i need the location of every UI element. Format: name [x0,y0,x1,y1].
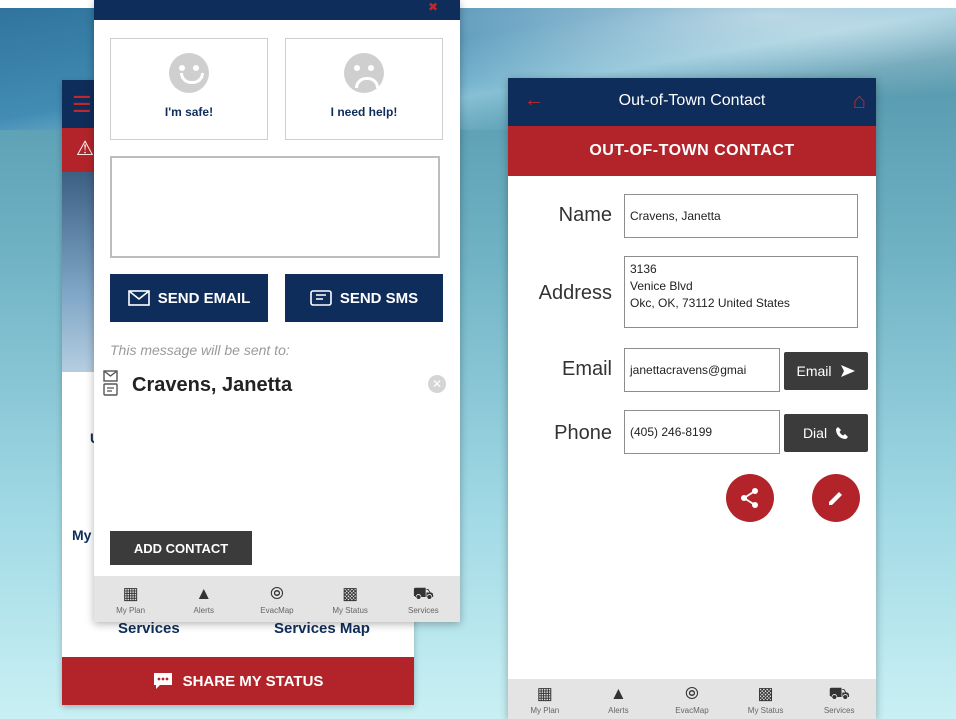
email-button-label: Email [796,363,832,379]
dial-button-label: Dial [802,425,828,441]
name-field[interactable]: Cravens, Janetta [624,194,858,238]
share-icon [741,488,758,508]
plan-icon: ▦ [536,683,553,703]
chat-icon [153,673,172,689]
phone-field[interactable]: (405) 246-8199 [624,410,780,454]
i-need-help-label: I need help! [330,105,398,119]
nav-evacmap[interactable]: ⦾ EvacMap [242,584,312,615]
nav-my-status[interactable]: ▩ My Status [315,584,385,615]
services-links: Services Services Map [62,620,414,644]
address-label: Address [538,282,612,304]
nav-label: Services [408,605,439,615]
truck-icon: ⛟ [828,683,850,703]
nav-label: EvacMap [260,605,294,615]
send-icon [840,365,855,377]
sad-face-icon [344,53,384,93]
contact-header: ← Out-of-Town Contact ⌂ [508,78,876,126]
im-safe-button[interactable]: I'm safe! [110,38,268,140]
nav-label: EvacMap [675,705,709,715]
nav-label: Services [823,705,855,715]
name-label: Name [558,204,612,226]
services-map-link[interactable]: Services Map [274,620,370,637]
nav-my-plan[interactable]: ▦ My Plan [96,584,166,615]
im-safe-label: I'm safe! [164,105,214,119]
nav-evacmap[interactable]: ⦾ EvacMap [657,684,727,715]
close-icon[interactable]: ✖ [428,0,448,14]
status-panel-header: ✖ [94,0,460,20]
nav-alerts[interactable]: ▲ Alerts [583,684,653,715]
section-title-band: OUT-OF-TOWN CONTACT [508,126,876,176]
sms-icon [310,290,332,306]
status-message-textarea[interactable] [110,156,440,258]
address-line: 3136 [630,262,657,276]
chat-icon: ▩ [757,683,774,703]
compass-icon: ⦾ [685,683,699,703]
phone-label: Phone [554,422,612,444]
truck-icon: ⛟ [412,583,435,603]
send-sms-label: SEND SMS [339,289,419,307]
envelope-icon [127,290,150,306]
obscured-heading: My [72,527,92,543]
compass-icon: ⦾ [270,583,284,603]
phone-icon [836,427,849,439]
email-label: Email [561,358,612,380]
bottom-nav: ▦ My Plan ▲ Alerts ⦾ EvacMap ▩ My Status… [94,576,460,622]
dial-button[interactable]: Dial [784,414,868,452]
nav-services[interactable]: ⛟ Services [804,684,874,715]
send-sms-button[interactable]: SEND SMS [285,274,443,322]
edit-contact-button[interactable] [812,474,860,522]
share-contact-button[interactable] [726,474,774,522]
chat-icon: ▩ [342,583,359,603]
share-my-status-label: SHARE MY STATUS [182,672,324,690]
services-link[interactable]: Services [118,620,180,637]
nav-label: My Status [747,705,784,715]
alert-icon: ▲ [195,583,213,603]
nav-label: Alerts [608,705,629,715]
address-line: Venice Blvd [630,279,693,293]
nav-label: Alerts [193,605,214,615]
address-line: Okc, OK, 73112 United States [630,296,790,310]
bottom-nav: ▦ My Plan ▲ Alerts ⦾ EvacMap ▩ My Status… [508,679,876,719]
email-button[interactable]: Email [784,352,868,390]
share-my-status-button[interactable]: SHARE MY STATUS [62,657,414,705]
send-email-label: SEND EMAIL [157,289,251,307]
nav-my-status[interactable]: ▩ My Status [731,684,801,715]
header-title: Out-of-Town Contact [618,92,766,109]
i-need-help-button[interactable]: I need help! [285,38,443,140]
email-sms-recipient-icon [102,370,120,399]
plan-icon: ▦ [122,583,139,603]
nav-label: My Status [332,605,368,615]
nav-label: My Plan [116,605,146,615]
status-update-panel: ✖ I'm safe! I need help! SEND EMAIL SEND… [94,0,460,622]
nav-services[interactable]: ⛟ Services [388,584,458,615]
add-contact-button[interactable]: ADD CONTACT [110,531,252,565]
contact-screen: ← Out-of-Town Contact ⌂ OUT-OF-TOWN CONT… [508,78,876,719]
nav-label: My Plan [530,705,560,715]
home-icon[interactable]: ⌂ [853,88,866,114]
recipients-hint: This message will be sent to: [110,342,290,358]
warning-icon: ⚠ [76,138,94,160]
email-field[interactable]: janettacravens@gmai [624,348,780,392]
nav-alerts[interactable]: ▲ Alerts [169,584,239,615]
send-email-button[interactable]: SEND EMAIL [110,274,268,322]
nav-my-plan[interactable]: ▦ My Plan [510,684,580,715]
remove-recipient-icon[interactable]: ✕ [428,375,446,393]
alert-icon: ▲ [609,683,627,703]
address-field[interactable]: 3136 Venice Blvd Okc, OK, 73112 United S… [624,256,858,328]
smiley-icon [169,53,209,93]
pencil-icon [829,492,842,505]
menu-icon[interactable]: ☰ [72,92,92,118]
recipient-name: Cravens, Janetta [132,374,293,396]
